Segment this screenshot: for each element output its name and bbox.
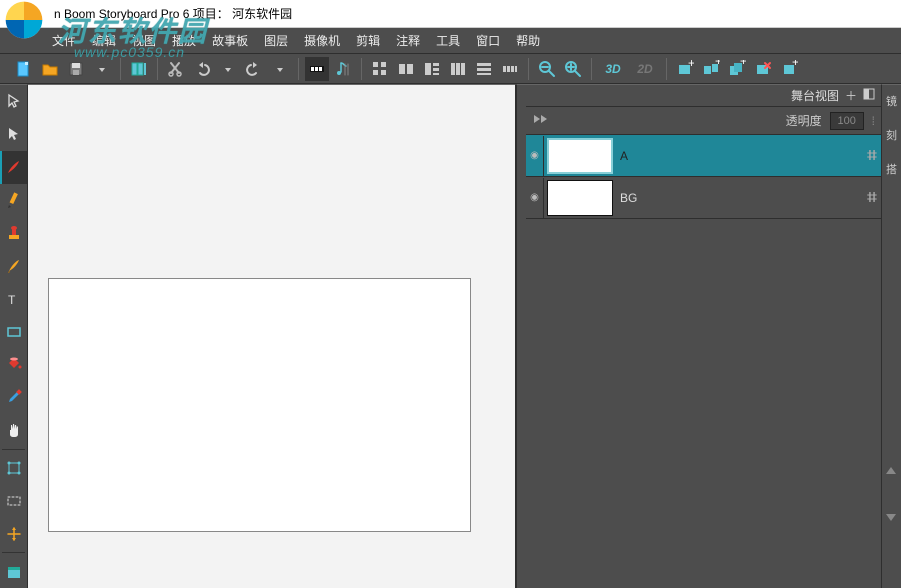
zoom-in-icon[interactable] (561, 57, 585, 81)
cut-icon[interactable] (164, 57, 188, 81)
opacity-stepper-icon[interactable]: ⁞ (872, 114, 875, 128)
view-two-icon[interactable] (394, 57, 418, 81)
svg-text:+: + (688, 60, 694, 70)
add-view-icon[interactable]: ＋ (845, 87, 857, 104)
menu-window[interactable]: 窗口 (476, 32, 500, 49)
stage-panel-header: 舞台视图 ＋ (526, 85, 881, 107)
layer-row[interactable]: ◉ BG ⵌ (526, 177, 881, 219)
stage-tab[interactable]: 舞台视图 (791, 87, 839, 104)
layer-animate-icon[interactable]: ⵌ (863, 189, 881, 206)
dock-icon[interactable] (863, 88, 875, 103)
transform-tool-icon[interactable] (0, 452, 27, 485)
undo-icon[interactable] (190, 57, 214, 81)
bucket-tool-icon[interactable] (0, 348, 27, 381)
library-tool-icon[interactable] (0, 555, 27, 588)
opacity-label: 透明度 (786, 112, 822, 129)
work-area: T 舞台视图 ＋ 透明度 100 ⁞ ◉ (0, 84, 901, 588)
hand-tool-icon[interactable] (0, 414, 27, 447)
svg-text:+: + (792, 60, 798, 69)
text-tool-icon[interactable]: T (0, 282, 27, 315)
collapsed-label-1[interactable]: 镜 (883, 91, 901, 111)
layer-row[interactable]: ◉ A ⵌ (526, 135, 881, 177)
visibility-icon[interactable]: ◉ (526, 136, 544, 176)
duplicate-panel-icon[interactable]: + (725, 57, 749, 81)
view-hstrip-icon[interactable] (472, 57, 496, 81)
layer-name[interactable]: A (616, 149, 863, 163)
view-frames-icon[interactable] (498, 57, 522, 81)
delete-panel-icon[interactable] (751, 57, 775, 81)
separator-icon (157, 58, 158, 80)
separator-icon (361, 58, 362, 80)
watermark-sub: www.pc0359.cn (74, 44, 185, 60)
redo-dropdown-icon[interactable] (268, 57, 292, 81)
panel-gutter[interactable] (516, 84, 526, 588)
arrow-tool-icon[interactable] (0, 118, 27, 151)
menu-caption[interactable]: 注释 (396, 32, 420, 49)
save-icon[interactable] (64, 57, 88, 81)
cutter-tool-icon[interactable] (0, 485, 27, 518)
collapsed-label-3[interactable]: 搭 (883, 159, 901, 179)
brush-tool-icon[interactable] (0, 151, 27, 184)
layer-list: ◉ A ⵌ ◉ BG ⵌ (526, 135, 881, 219)
play-forward-icon[interactable] (532, 112, 550, 129)
add-scene-icon[interactable]: + (673, 57, 697, 81)
menu-help[interactable]: 帮助 (516, 32, 540, 49)
view-list-icon[interactable] (420, 57, 444, 81)
separator-icon (298, 58, 299, 80)
view-columns-icon[interactable] (446, 57, 470, 81)
light-table-icon[interactable] (305, 57, 329, 81)
svg-text:+: + (740, 60, 746, 68)
collapsed-panel[interactable]: 镜 刻 搭 (881, 84, 901, 588)
open-folder-icon[interactable] (38, 57, 62, 81)
canvas-area[interactable] (28, 84, 516, 588)
2d-icon[interactable]: 2D (630, 57, 660, 81)
pencil-tool-icon[interactable] (0, 184, 27, 217)
stamp-tool-icon[interactable] (0, 217, 27, 250)
layer-name[interactable]: BG (616, 191, 863, 205)
redo-icon[interactable] (242, 57, 266, 81)
left-toolbar: T (0, 84, 28, 588)
select-tool-icon[interactable] (0, 85, 27, 118)
rectangle-tool-icon[interactable] (0, 315, 27, 348)
layer-thumbnail[interactable] (547, 180, 613, 216)
layer-thumbnail[interactable] (547, 138, 613, 174)
stage-toolbar: 透明度 100 ⁞ (526, 107, 881, 135)
stage-panel: 舞台视图 ＋ 透明度 100 ⁞ ◉ A ⵌ ◉ BG ⵌ (526, 84, 881, 588)
add-panel2-icon[interactable]: + (777, 57, 801, 81)
undo-dropdown-icon[interactable] (216, 57, 240, 81)
music-track-icon[interactable] (331, 57, 355, 81)
view-thumbnails-icon[interactable] (368, 57, 392, 81)
menu-storyboard[interactable]: 故事板 (212, 32, 248, 49)
layer-animate-icon[interactable]: ⵌ (863, 147, 881, 164)
camera-frame[interactable] (48, 278, 471, 532)
menu-camera[interactable]: 摄像机 (304, 32, 340, 49)
zoom-out-icon[interactable] (535, 57, 559, 81)
opacity-input[interactable]: 100 (830, 112, 864, 130)
new-file-icon[interactable] (12, 57, 36, 81)
separator-icon (120, 58, 121, 80)
app-logo-icon (2, 0, 46, 42)
collapsed-label-2[interactable]: 刻 (883, 125, 901, 145)
separator-icon (528, 58, 529, 80)
visibility-icon[interactable]: ◉ (526, 178, 544, 218)
scroll-arrows-icon[interactable] (883, 464, 899, 524)
separator-icon (2, 552, 25, 553)
save-dropdown-icon[interactable] (90, 57, 114, 81)
svg-text:T: T (8, 293, 16, 307)
dropper-tool-icon[interactable] (0, 381, 27, 414)
menu-clip[interactable]: 剪辑 (356, 32, 380, 49)
reposition-tool-icon[interactable] (0, 517, 27, 550)
texture-brush-icon[interactable] (0, 249, 27, 282)
separator-icon (2, 449, 25, 450)
3d-icon[interactable]: 3D (598, 57, 628, 81)
separator-icon (591, 58, 592, 80)
separator-icon (666, 58, 667, 80)
scripts-icon[interactable] (127, 57, 151, 81)
add-panel-icon[interactable]: + (699, 57, 723, 81)
menu-tools[interactable]: 工具 (436, 32, 460, 49)
menu-layer[interactable]: 图层 (264, 32, 288, 49)
svg-text:+: + (715, 60, 720, 68)
